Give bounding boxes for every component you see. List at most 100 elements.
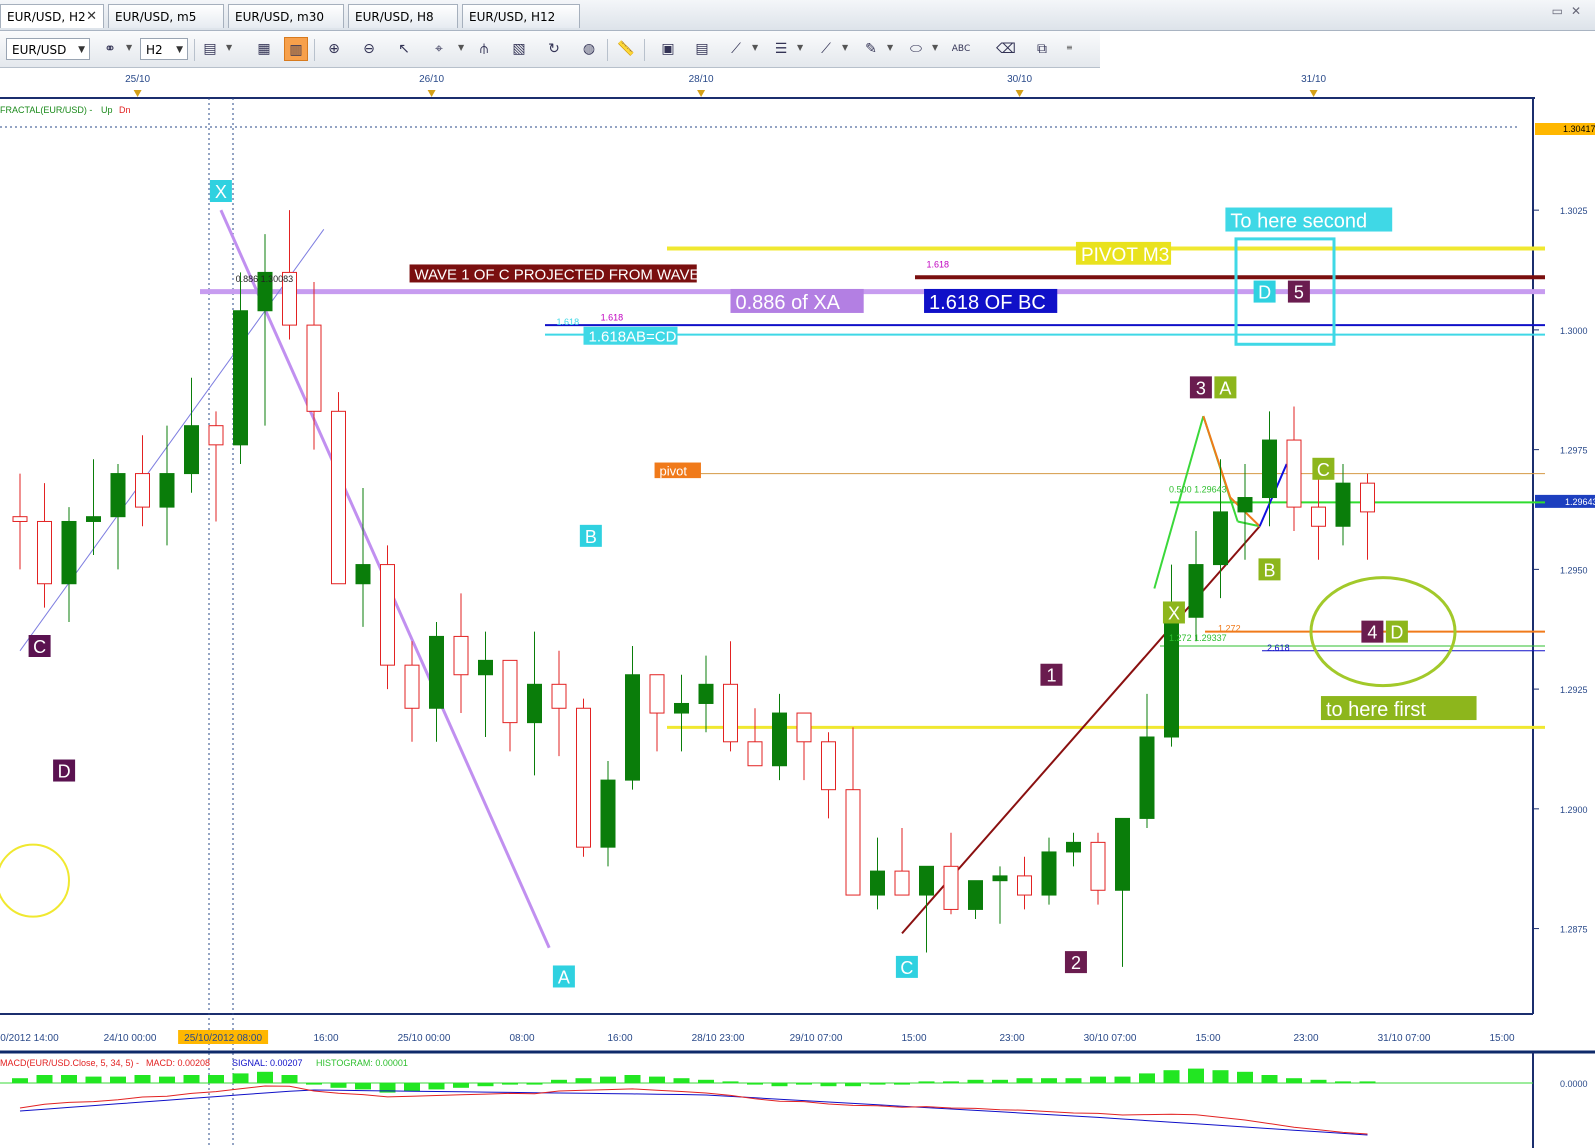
candle-body[interactable] [1066, 841, 1081, 853]
close-window-icon[interactable]: ✕ [1571, 4, 1589, 18]
tree-icon[interactable]: ⧉ [1030, 37, 1054, 61]
candle-body[interactable] [943, 865, 959, 910]
close-tab-icon[interactable]: ✕ [86, 5, 97, 29]
candle-body[interactable] [527, 683, 542, 724]
image-icon[interactable]: ▣ [656, 37, 680, 61]
restore-window-icon[interactable]: ▭ [1552, 4, 1571, 18]
candle-body[interactable] [12, 516, 28, 522]
timeframe-select[interactable]: H2 ▼ [140, 38, 188, 60]
chevron-down-icon[interactable]: ▼ [842, 43, 848, 52]
template-icon[interactable]: ▤ [690, 37, 714, 61]
candle-body[interactable] [184, 425, 199, 475]
eraser-icon[interactable]: ⌫ [994, 37, 1018, 61]
candle-body[interactable] [1360, 482, 1375, 513]
candle-body[interactable] [1139, 736, 1155, 819]
chevron-down-icon[interactable]: ▼ [226, 43, 232, 52]
candle-body[interactable] [1237, 497, 1253, 513]
macd-signal-label: SIGNAL: 0.00207 [232, 1058, 303, 1068]
candle-body[interactable] [110, 473, 126, 518]
candle-body[interactable] [968, 880, 983, 910]
crosshair-icon[interactable]: ⌖ [427, 37, 451, 61]
candle-body[interactable] [870, 870, 885, 896]
refresh-icon[interactable]: ↻ [542, 37, 566, 61]
chart-type-icon[interactable]: ▤ [198, 37, 222, 61]
globe-icon[interactable]: ◍ [577, 37, 601, 61]
cursor-icon[interactable]: ↖ [392, 37, 416, 61]
candle-body[interactable] [772, 712, 787, 767]
candle-body[interactable] [453, 635, 469, 676]
candle-body[interactable] [723, 683, 738, 743]
candle-body[interactable] [86, 516, 101, 522]
chart-area[interactable]: 25/10 26/10 28/10 30/10 31/10 FRACTAL(EUR/USD… [0, 68, 1595, 1148]
zoom-out-icon[interactable]: ⊖ [357, 37, 381, 61]
candle-body[interactable] [821, 741, 836, 791]
tab-eurusd-m30[interactable]: EUR/USD, m30 [228, 4, 344, 28]
toolbar-overflow-icon[interactable]: ≡ [1066, 43, 1073, 52]
candle-body[interactable] [1286, 439, 1302, 508]
candle-body[interactable] [894, 870, 910, 896]
candle-body[interactable] [331, 410, 346, 585]
candle-body[interactable] [1213, 511, 1228, 566]
candle-body[interactable] [404, 664, 420, 709]
trendline-icon[interactable]: ⟋ [814, 37, 838, 61]
candle-body[interactable] [1335, 482, 1351, 527]
candle-body[interactable] [61, 520, 77, 585]
candle-body[interactable] [135, 473, 150, 508]
candle-body[interactable] [1090, 841, 1106, 891]
chevron-down-icon[interactable]: ▼ [797, 43, 803, 52]
candle-body[interactable] [1017, 875, 1032, 896]
candles-icon[interactable]: ▥ [284, 37, 308, 61]
indicator-icon[interactable]: ▧ [507, 37, 531, 61]
horizontal-lines-icon[interactable]: ☰ [769, 37, 793, 61]
candle-body[interactable] [380, 564, 395, 666]
chevron-down-icon[interactable]: ▼ [752, 43, 758, 52]
ruler-icon[interactable]: 📏 [614, 37, 638, 61]
candle-body[interactable] [625, 674, 640, 781]
symbol-select[interactable]: EUR/USD ▼ [6, 38, 90, 60]
grid-icon[interactable]: ▦ [252, 37, 276, 61]
line-tool-icon[interactable]: ⫛ [472, 37, 496, 61]
candle-body[interactable] [1311, 506, 1326, 527]
pattern-label: A [558, 967, 570, 987]
candle-body[interactable] [233, 310, 248, 446]
ellipse-icon[interactable]: ⬭ [904, 37, 928, 61]
candle-body[interactable] [919, 865, 934, 896]
candle-body[interactable] [159, 473, 175, 508]
chevron-down-icon[interactable]: ▼ [458, 43, 464, 52]
chevron-down-icon[interactable]: ▼ [932, 43, 938, 52]
candle-body[interactable] [698, 683, 714, 704]
tab-eurusd-m5[interactable]: EUR/USD, m5 [108, 4, 224, 28]
candle-body[interactable] [674, 702, 689, 714]
candle-body[interactable] [796, 712, 812, 743]
candle-body[interactable] [502, 659, 518, 724]
candle-body[interactable] [747, 741, 763, 767]
candle-body[interactable] [600, 779, 616, 848]
candle-body[interactable] [429, 635, 444, 709]
tab-eurusd-h2[interactable]: EUR/USD, H2 ✕ [0, 4, 104, 28]
candle-body[interactable] [1041, 851, 1057, 896]
candle-body[interactable] [478, 659, 493, 676]
chevron-down-icon[interactable]: ▼ [126, 43, 132, 52]
macd-histogram-bar [1016, 1078, 1033, 1083]
candle-body[interactable] [551, 683, 567, 709]
candle-body[interactable] [37, 520, 52, 585]
tab-eurusd-h12[interactable]: EUR/USD, H12 [462, 4, 580, 28]
zoom-in-icon[interactable]: ⊕ [322, 37, 346, 61]
link-icon[interactable]: ⚭ [98, 37, 122, 61]
fib-icon[interactable]: ⟋ [724, 37, 748, 61]
candle-body[interactable] [649, 674, 665, 714]
candle-body[interactable] [208, 425, 224, 446]
candle-body[interactable] [992, 875, 1008, 882]
candle-body[interactable] [1188, 564, 1204, 618]
pencil-icon[interactable]: ✎ [859, 37, 883, 61]
candle-body[interactable] [306, 324, 322, 412]
chevron-down-icon[interactable]: ▼ [887, 43, 893, 52]
candle-body[interactable] [845, 789, 861, 896]
candle-body[interactable] [1262, 439, 1277, 499]
pattern-label: 4 [1367, 623, 1377, 643]
tab-eurusd-h8[interactable]: EUR/USD, H8 [348, 4, 458, 28]
candle-body[interactable] [1115, 817, 1130, 891]
text-abc-icon[interactable]: ABC [949, 37, 973, 61]
candle-body[interactable] [355, 564, 371, 585]
candle-body[interactable] [576, 707, 591, 848]
